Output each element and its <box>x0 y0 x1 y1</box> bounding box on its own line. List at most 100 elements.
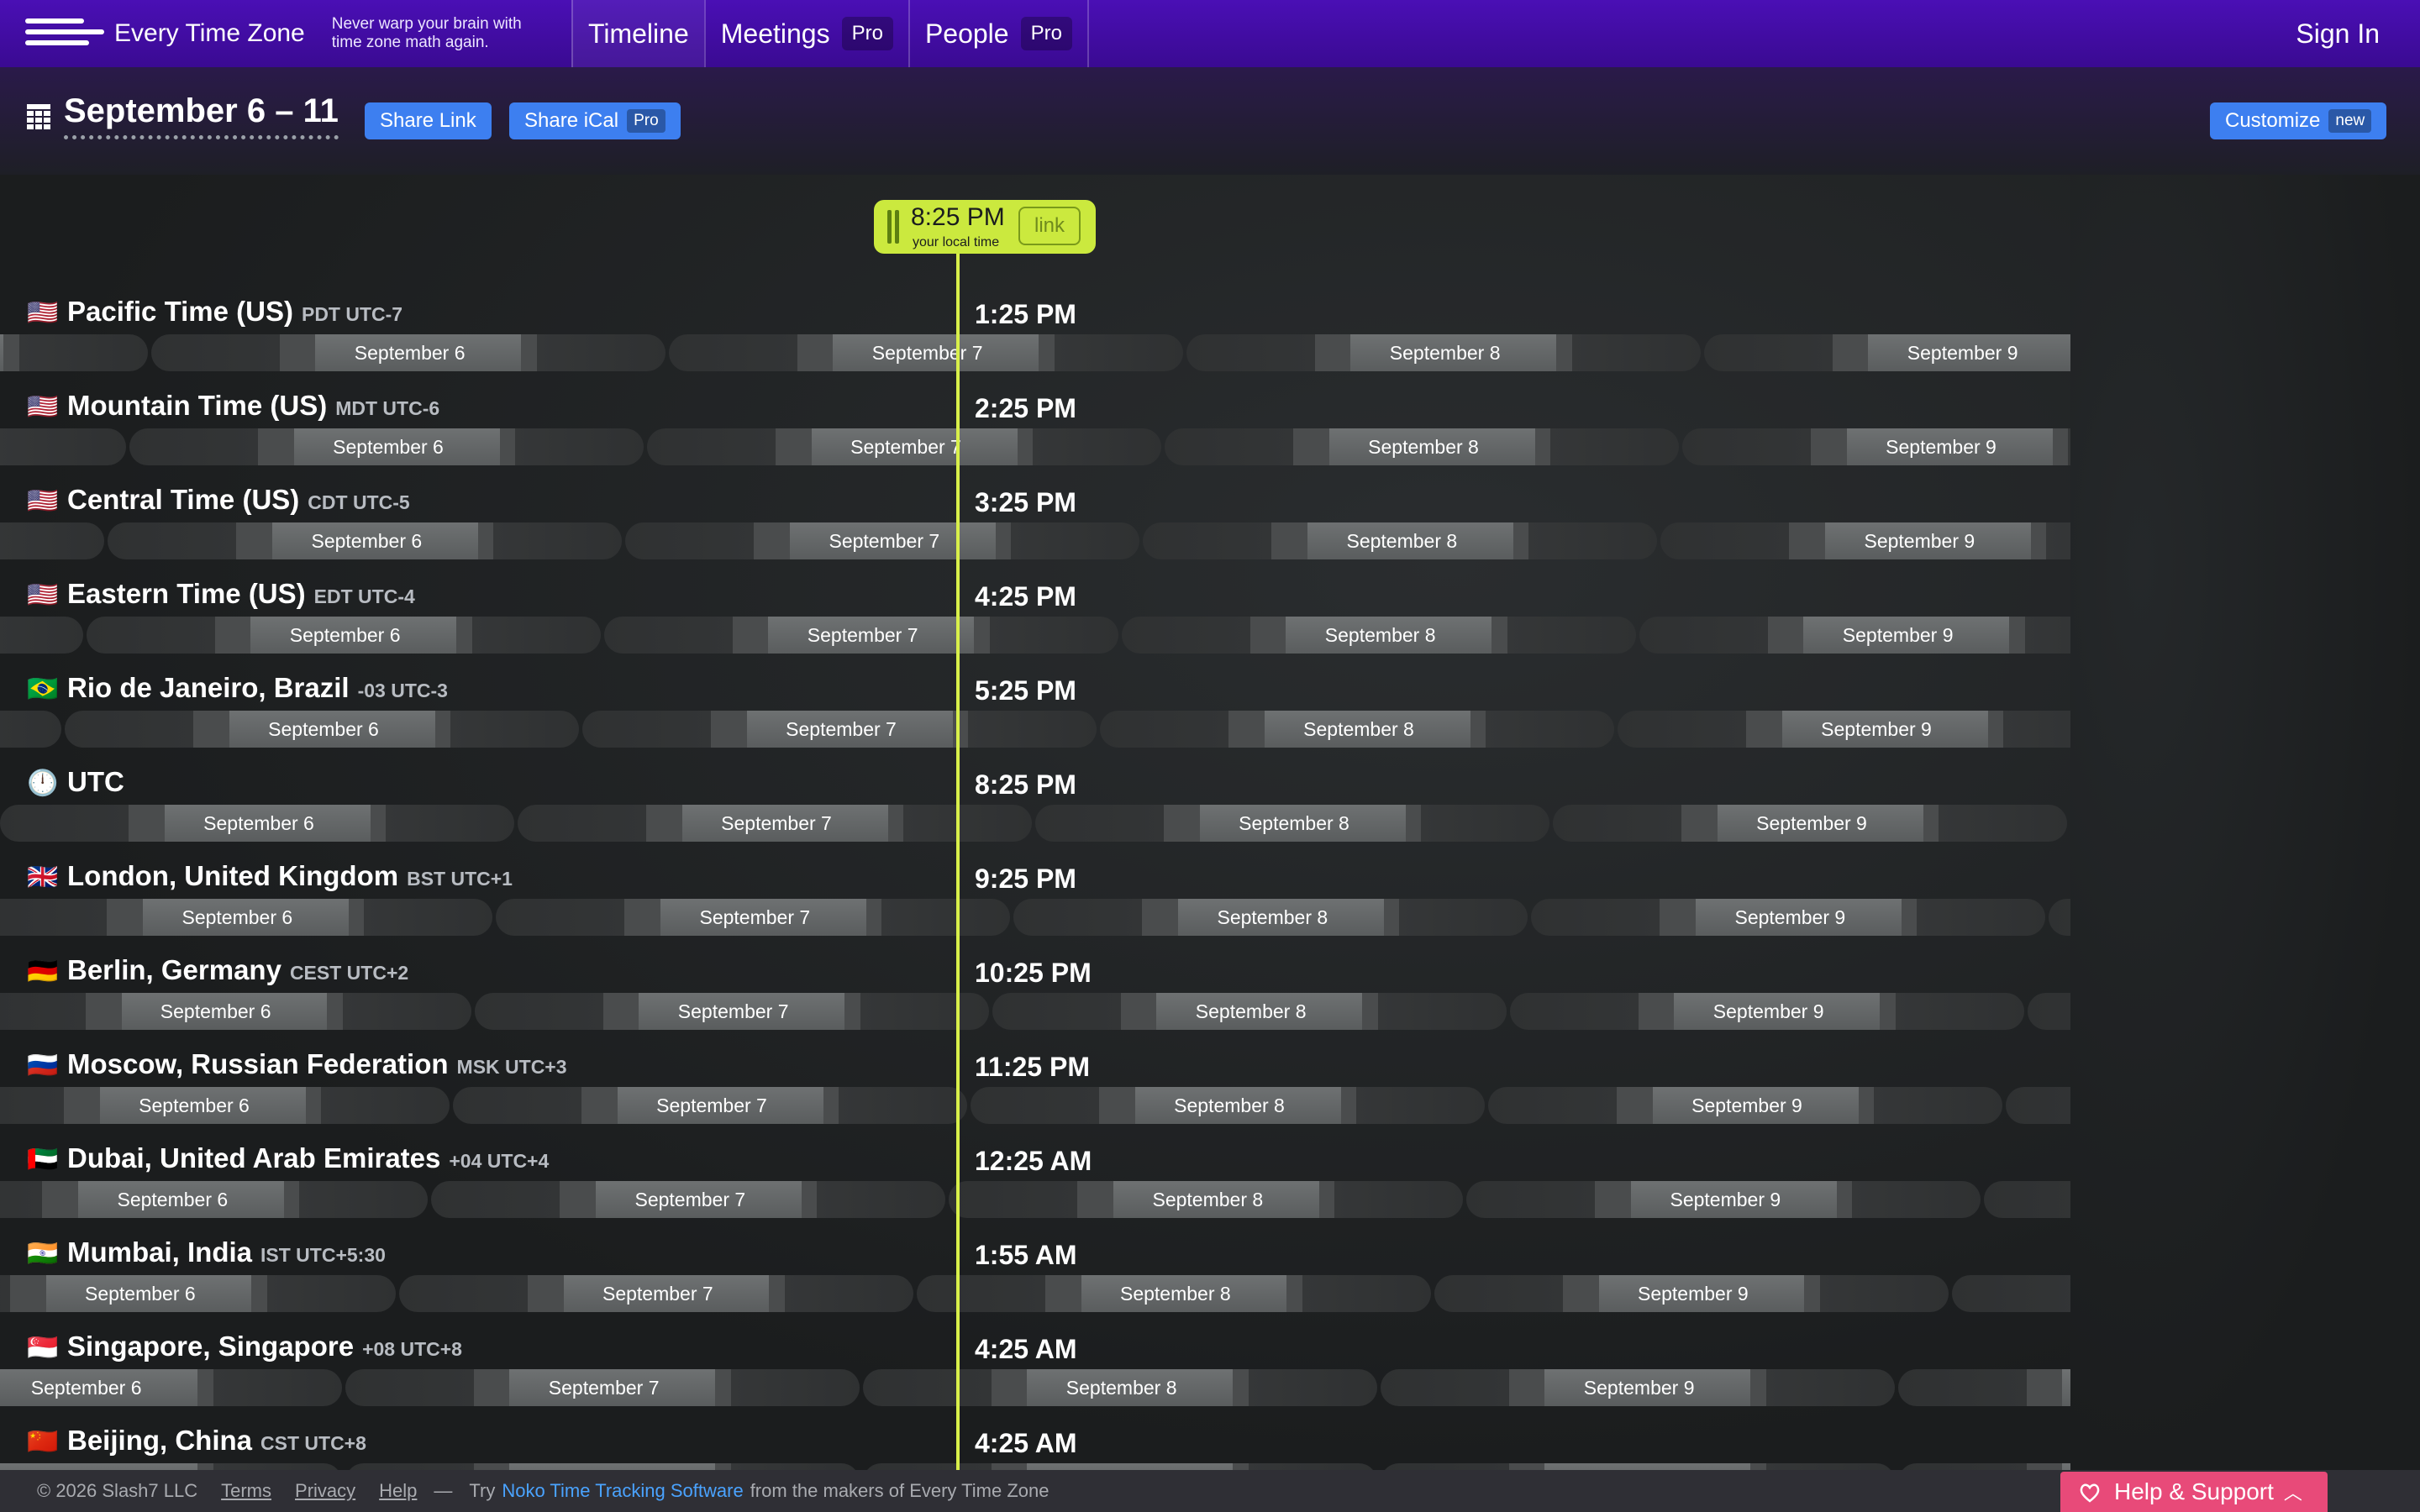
timezone-row[interactable]: 🇸🇬 Singapore, Singapore +08 UTC+8 4:25 AM Se… <box>0 1331 2420 1425</box>
terms-link[interactable]: Terms <box>221 1480 271 1502</box>
flag-icon: 🇨🇳 <box>27 1428 59 1456</box>
timezone-name[interactable]: Dubai, United Arab Emirates <box>67 1142 440 1174</box>
pro-badge: Pro <box>1020 17 1072 50</box>
day-bar[interactable] <box>1897 1463 2070 1470</box>
day-strip[interactable]: September 6 September 7 September 8 Septemb… <box>0 428 2070 465</box>
day-label: September 7 <box>721 812 832 834</box>
timezone-name[interactable]: London, United Kingdom <box>67 860 398 892</box>
brand[interactable]: Every Time Zone Never warp your brain wi… <box>0 0 571 67</box>
tab-label: Timeline <box>588 18 689 49</box>
timezone-name[interactable]: Pacific Time (US) <box>67 296 293 328</box>
timezone-row[interactable]: 🇺🇸 Eastern Time (US) EDT UTC-4 4:25 PM Septe… <box>0 578 2420 672</box>
day-bar[interactable] <box>2006 1087 2070 1124</box>
timezone-name[interactable]: Mountain Time (US) <box>67 390 327 422</box>
hand-heart-icon <box>2080 1483 2100 1503</box>
day-label: September 9 <box>1864 530 1975 552</box>
drag-handle-icon[interactable] <box>887 210 899 244</box>
timezone-row[interactable]: 🇺🇸 Central Time (US) CDT UTC-5 3:25 PM Septe… <box>0 484 2420 578</box>
timezone-abbreviation: CDT UTC-5 <box>308 491 410 513</box>
timezone-row[interactable]: 🇦🇪 Dubai, United Arab Emirates +04 UTC+4 12… <box>0 1142 2420 1236</box>
tab-people[interactable]: People Pro <box>908 0 1089 67</box>
help-support-button[interactable]: Help & Support ︿ <box>2060 1472 2328 1512</box>
timezone-name[interactable]: UTC <box>67 766 124 798</box>
sign-in-link[interactable]: Sign In <box>2296 18 2380 50</box>
timezone-header: 🇬🇧 London, United Kingdom BST UTC+1 <box>27 860 513 897</box>
day-bar[interactable] <box>1682 428 2070 465</box>
day-bar[interactable] <box>0 334 148 371</box>
day-bar[interactable] <box>0 1275 396 1312</box>
day-strip[interactable]: September 6 September 7 September 8 Septemb… <box>0 1181 2070 1218</box>
timezone-row[interactable]: 🇩🇪 Berlin, Germany CEST UTC+2 10:25 PM Septe… <box>0 954 2420 1048</box>
timezone-abbreviation: PDT UTC-7 <box>301 303 403 325</box>
day-strip[interactable]: September 6 September 7 September 8 Septemb… <box>0 1369 2070 1406</box>
tab-timeline[interactable]: Timeline <box>571 0 704 67</box>
day-strip[interactable]: September 6 September 7 September 8 Septemb… <box>0 993 2070 1030</box>
day-label: September 9 <box>1907 342 2018 364</box>
privacy-link[interactable]: Privacy <box>295 1480 355 1502</box>
share-link-button[interactable]: Share Link <box>365 102 492 139</box>
day-strip[interactable]: September 6 September 7 September 8 Septemb… <box>0 805 2070 842</box>
date-toolbar: September 6 – 11 Share Link Share iCal P… <box>0 67 2420 175</box>
day-bar[interactable] <box>0 711 61 748</box>
timezone-name[interactable]: Rio de Janeiro, Brazil <box>67 672 350 704</box>
pro-badge: Pro <box>841 17 893 50</box>
day-strip[interactable]: September 6 September 7 September 8 Septemb… <box>0 1275 2070 1312</box>
brand-tagline: Never warp your brain with time zone mat… <box>331 15 522 51</box>
flag-icon: 🕛 <box>27 769 59 797</box>
timezone-name[interactable]: Singapore, Singapore <box>67 1331 354 1362</box>
timezone-row[interactable]: 🇷🇺 Moscow, Russian Federation MSK UTC+3 11:… <box>0 1048 2420 1142</box>
day-label: September 7 <box>807 624 918 646</box>
timezone-row[interactable]: 🇮🇳 Mumbai, India IST UTC+5:30 1:55 AM Septem… <box>0 1236 2420 1331</box>
day-label: September 8 <box>1195 1000 1307 1022</box>
day-strip[interactable]: September 6 September 7 September 8 Septemb… <box>0 1463 2070 1470</box>
time-link-button[interactable]: link <box>1018 207 1081 245</box>
timezone-abbreviation: BST UTC+1 <box>407 868 513 890</box>
day-bar[interactable] <box>2027 993 2070 1030</box>
day-bar[interactable] <box>0 428 126 465</box>
day-strip[interactable]: September 6 September 7 September 8 Septemb… <box>0 899 2070 936</box>
tab-meetings[interactable]: Meetings Pro <box>703 0 908 67</box>
day-label: September 7 <box>829 530 940 552</box>
day-bar[interactable] <box>1984 1181 2070 1218</box>
day-strip[interactable]: September 6 September 7 September 8 Septemb… <box>0 711 2070 748</box>
day-bar[interactable] <box>2049 899 2070 936</box>
timeline-grid[interactable]: 🇺🇸 Pacific Time (US) PDT UTC-7 1:25 PM Septe… <box>0 175 2420 1470</box>
date-range-picker[interactable]: September 6 – 11 <box>64 92 339 139</box>
top-navigation: Every Time Zone Never warp your brain wi… <box>0 0 2420 67</box>
day-bar[interactable] <box>0 522 105 559</box>
day-bar[interactable] <box>1951 1275 2070 1312</box>
timezone-row[interactable]: 🇧🇷 Rio de Janeiro, Brazil -03 UTC-3 5:25 PM… <box>0 672 2420 766</box>
help-link[interactable]: Help <box>379 1480 417 1502</box>
day-label: September 9 <box>1637 1283 1749 1305</box>
calendar-icon[interactable] <box>27 104 50 129</box>
day-strip[interactable]: September 6 September 7 September 8 Septemb… <box>0 617 2070 654</box>
timezone-name[interactable]: Central Time (US) <box>67 484 299 516</box>
timezone-name[interactable]: Eastern Time (US) <box>67 578 306 610</box>
share-ical-button[interactable]: Share iCal Pro <box>509 102 681 139</box>
timezone-row[interactable]: 🕛 UTC 8:25 PM September 6 September 7 Septemb… <box>0 766 2420 860</box>
timezone-name[interactable]: Beijing, China <box>67 1425 252 1457</box>
noko-link[interactable]: Noko Time Tracking Software <box>502 1480 743 1502</box>
day-strip[interactable]: September 6 September 7 September 8 Septemb… <box>0 1087 2070 1124</box>
timezone-name[interactable]: Berlin, Germany <box>67 954 281 986</box>
timezone-row[interactable]: 🇺🇸 Pacific Time (US) PDT UTC-7 1:25 PM Septe… <box>0 296 2420 390</box>
day-label: September 9 <box>1734 906 1846 928</box>
day-strip[interactable]: September 6 September 7 September 8 Septemb… <box>0 522 2070 559</box>
day-label: September 8 <box>1368 436 1479 458</box>
copyright: © 2026 Slash7 LLC <box>37 1480 198 1501</box>
day-bar[interactable] <box>0 617 83 654</box>
day-label: September 7 <box>656 1095 767 1116</box>
timezone-name[interactable]: Moscow, Russian Federation <box>67 1048 449 1080</box>
day-label: September 6 <box>117 1189 229 1210</box>
timezone-row[interactable]: 🇺🇸 Mountain Time (US) MDT UTC-6 2:25 PM Sept… <box>0 390 2420 484</box>
current-time-marker[interactable]: 8:25 PM your local time link <box>874 200 1096 254</box>
day-bar[interactable] <box>1897 1369 2070 1406</box>
timezone-row[interactable]: 🇨🇳 Beijing, China CST UTC+8 4:25 AM Septembe… <box>0 1425 2420 1470</box>
current-time-line[interactable] <box>956 252 960 1470</box>
timezone-name[interactable]: Mumbai, India <box>67 1236 252 1268</box>
timezone-row[interactable]: 🇬🇧 London, United Kingdom BST UTC+1 9:25 PM… <box>0 860 2420 954</box>
day-label: September 7 <box>602 1283 713 1305</box>
day-strip[interactable]: September 6 September 7 September 8 Septemb… <box>0 334 2070 371</box>
customize-button[interactable]: Customize new <box>2210 102 2387 139</box>
timezone-current-time: 2:25 PM <box>975 393 1076 423</box>
